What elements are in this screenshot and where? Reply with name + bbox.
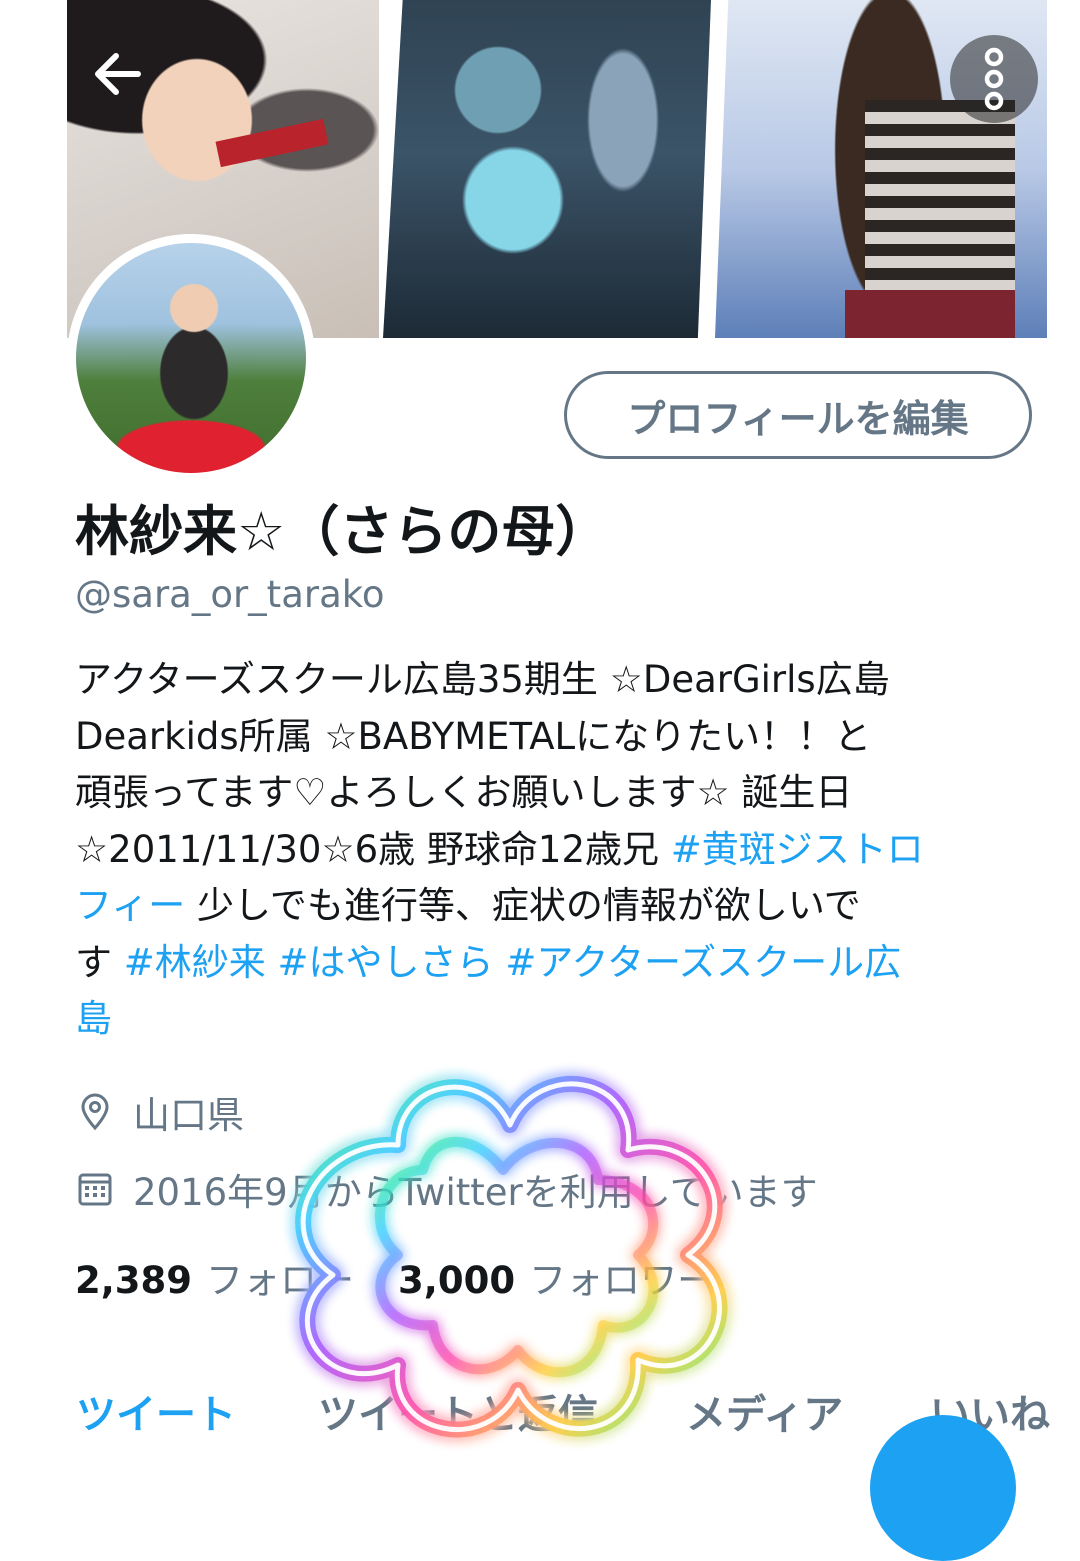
profile-bio: アクターズスクール広島35期生 ☆DearGirls広島 Dearkids所属 ☆… [75, 652, 1035, 1048]
bio-text: 少しでも進行等、症状の情報が欲しいで [185, 884, 861, 927]
more-options-button[interactable] [950, 35, 1038, 123]
profile-handle: @sara_or_tarako [75, 573, 385, 616]
followers-stat[interactable]: 3,000 フォロワー [398, 1250, 714, 1304]
back-button[interactable] [82, 38, 154, 110]
bio-text: アクターズスクール広島35期生 ☆DearGirls広島 [75, 658, 890, 701]
following-stat[interactable]: 2,389 フォロー [75, 1250, 354, 1304]
banner-photo-2 [383, 0, 711, 338]
avatar[interactable] [67, 234, 315, 482]
hashtag-link[interactable]: #アクターズスクール広 [505, 941, 901, 984]
tab-media[interactable]: メディア [686, 1382, 843, 1440]
bio-text: ☆2011/11/30☆6歳 野球命12歳兄 [75, 827, 671, 871]
calendar-icon [75, 1169, 115, 1209]
location-text: 山口県 [133, 1094, 244, 1137]
bio-line: ☆2011/11/30☆6歳 野球命12歳兄 #黄斑ジストロ [75, 822, 1035, 879]
bio-line: す #林紗来 #はやしさら #アクターズスクール広 [75, 935, 1035, 992]
profile-name: 林紗来☆（さらの母） [75, 500, 610, 563]
followers-label: フォロワー [529, 1259, 715, 1302]
bio-line: Dearkids所属 ☆BABYMETALになりたい！！と [75, 709, 1035, 766]
location-pin-icon [75, 1092, 115, 1132]
vertical-dots-icon [984, 47, 1004, 111]
hashtag-link[interactable]: #黄斑ジストロ [671, 828, 924, 871]
bio-text [266, 941, 278, 984]
hashtag-link[interactable]: 島 [75, 997, 112, 1040]
bio-line: 島 [75, 991, 1035, 1048]
bio-text: す [75, 940, 124, 984]
bio-line: 頑張ってます♡よろしくお願いします☆ 誕生日 [75, 765, 1035, 822]
bio-text: 頑張ってます♡よろしくお願いします☆ 誕生日 [75, 771, 853, 814]
bio-line: アクターズスクール広島35期生 ☆DearGirls広島 [75, 652, 1035, 709]
joined-text: 2016年9月からTwitterを利用しています [133, 1171, 818, 1214]
profile-location: 山口県 [75, 1085, 244, 1139]
profile-joined-date: 2016年9月からTwitterを利用しています [75, 1162, 818, 1216]
followers-count: 3,000 [398, 1259, 516, 1302]
bio-text: Dearkids所属 ☆BABYMETALになりたい！！と [75, 714, 872, 758]
arrow-left-icon [95, 53, 141, 95]
hashtag-link[interactable]: #林紗来 [124, 941, 266, 984]
tab-tweets-and-replies[interactable]: ツイートと返信 [318, 1382, 598, 1440]
following-count: 2,389 [75, 1259, 193, 1302]
following-label: フォロー [206, 1259, 355, 1302]
avatar-image [76, 243, 306, 473]
bio-line: フィー 少しでも進行等、症状の情報が欲しいで [75, 878, 1035, 935]
edit-profile-button[interactable]: プロフィールを編集 [564, 371, 1032, 459]
compose-tweet-button[interactable] [870, 1415, 1016, 1561]
hashtag-link[interactable]: フィー [75, 884, 185, 927]
follow-stats: 2,389 フォロー 3,000 フォロワー [75, 1250, 714, 1304]
hashtag-link[interactable]: #はやしさら [278, 941, 494, 984]
tab-tweets[interactable]: ツイート [76, 1382, 236, 1440]
profile-page: プロフィールを編集 林紗来☆（さらの母） @sara_or_tarako アクタ… [0, 0, 1080, 1561]
bio-text [494, 941, 506, 984]
